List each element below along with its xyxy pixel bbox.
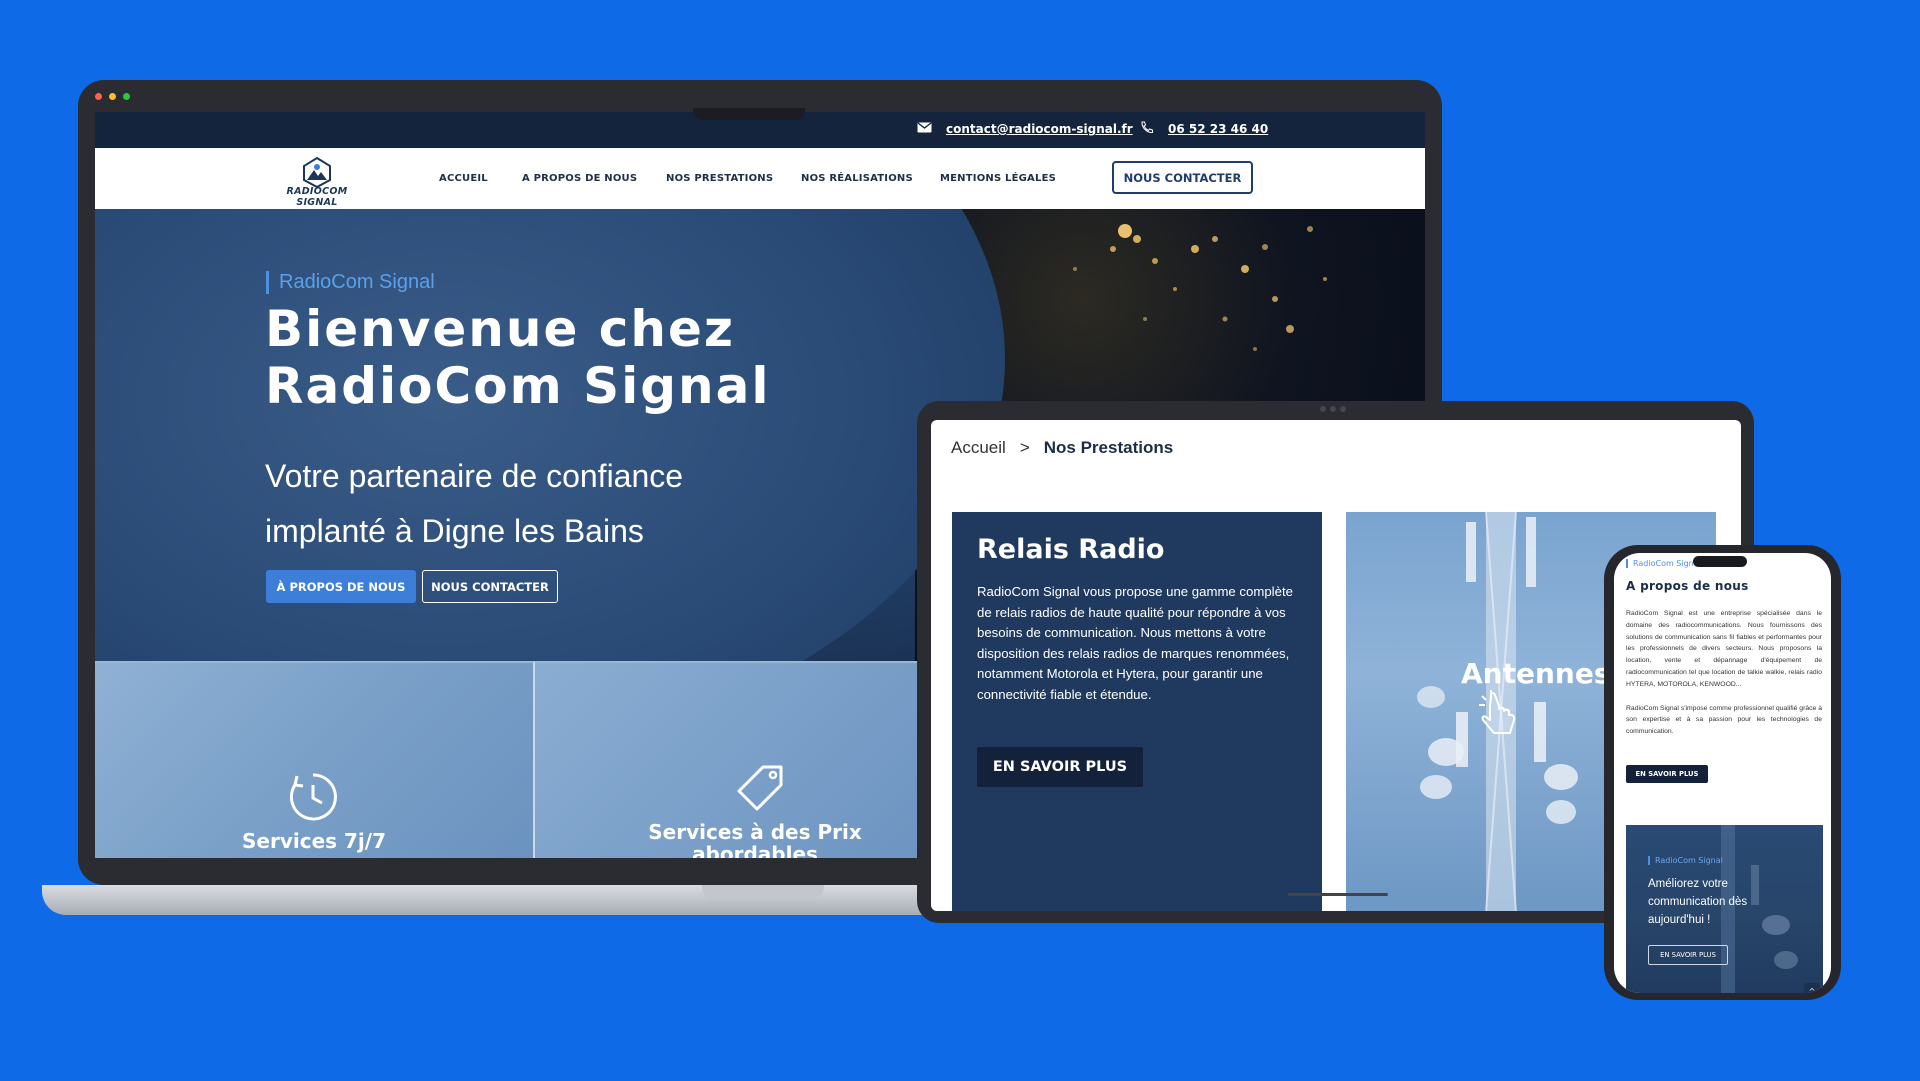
price-tag-icon [737, 765, 783, 811]
feature-label-prix: Services à des Prix abordables [535, 821, 975, 858]
phone-more-button[interactable]: EN SAVOIR PLUS [1626, 765, 1708, 783]
phone-card-kicker: RadioCom Signal [1648, 856, 1723, 865]
feature-label-prix-line2: abordables [692, 842, 818, 858]
feature-card-services-7j7[interactable]: Services 7j/7 [95, 661, 535, 858]
hero-title-line2: RadioCom Signal [265, 357, 771, 415]
radiocom-logo[interactable]: RADIOCOM SIGNAL [267, 156, 367, 208]
tablet-camera [1320, 406, 1350, 414]
hero-title-line1: Bienvenue chez [265, 300, 736, 358]
nav-a-propos[interactable]: A PROPOS DE NOUS [522, 173, 637, 184]
phone-cta-card: RadioCom Signal Améliorez votre communic… [1626, 825, 1823, 993]
breadcrumb-separator: > [1019, 438, 1030, 457]
breadcrumb-home[interactable]: Accueil [951, 438, 1006, 457]
window-controls [95, 93, 130, 100]
hero-title: Bienvenue chez RadioCom Signal [265, 301, 771, 415]
hero-subtitle-line1: Votre partenaire de confiance [265, 458, 684, 494]
service-description: RadioCom Signal vous propose une gamme c… [977, 584, 1293, 702]
phone-notch [1693, 556, 1747, 567]
logo-wordmark: RADIOCOM SIGNAL [286, 186, 348, 208]
feature-label-prix-line1: Services à des Prix [648, 820, 862, 844]
hand-pointer-icon [1479, 690, 1516, 734]
service-more-button[interactable]: EN SAVOIR PLUS [977, 747, 1143, 787]
phone-kicker: RadioCom Signal [1626, 559, 1701, 568]
phone-about-paragraph-2: RadioCom Signal s'impose comme professio… [1626, 704, 1822, 736]
feature-label-services-7j7: Services 7j/7 [241, 829, 386, 853]
minimize-dot[interactable] [109, 93, 116, 100]
envelope-icon [917, 122, 932, 133]
service-card-relais-radio: Relais Radio RadioCom Signal vous propos… [952, 512, 1322, 911]
contact-button[interactable]: NOUS CONTACTER [1112, 161, 1253, 194]
phone-card-text: Améliorez votre communication dès aujour… [1648, 878, 1748, 926]
antenna-logo-icon [303, 156, 331, 189]
breadcrumb-current: Nos Prestations [1043, 438, 1174, 457]
laptop-camera-notch [693, 108, 805, 120]
nav-accueil[interactable]: ACCUEIL [439, 173, 488, 184]
nav-realisations[interactable]: NOS RÉALISATIONS [801, 173, 913, 184]
hero-subtitle: Votre partenaire de confiance implanté à… [265, 449, 683, 559]
close-dot[interactable] [95, 93, 102, 100]
back-to-top-button[interactable]: ^ [1804, 983, 1820, 993]
phone-about-text: RadioCom Signal est une entreprise spéci… [1626, 608, 1822, 738]
phone-link[interactable]: 06 52 23 46 40 [1168, 122, 1268, 136]
phone-card-button[interactable]: EN SAVOIR PLUS [1648, 945, 1728, 965]
phone-about-paragraph-1: RadioCom Signal est une entreprise spéci… [1626, 610, 1822, 688]
phone-screen: RadioCom Signal A propos de nous RadioCo… [1614, 553, 1831, 993]
clock-icon [289, 773, 337, 821]
nav-prestations[interactable]: NOS PRESTATIONS [666, 173, 773, 184]
main-navbar: RADIOCOM SIGNAL ACCUEIL A PROPOS DE NOUS… [95, 148, 1425, 209]
maximize-dot[interactable] [123, 93, 130, 100]
hero-subtitle-line2: implanté à Digne les Bains [265, 513, 644, 549]
phone-icon [1141, 121, 1153, 134]
laptop-base-notch [702, 885, 824, 899]
antenna-card-title: Antennes [1461, 657, 1611, 690]
nav-mentions-legales[interactable]: MENTIONS LÉGALES [940, 173, 1056, 184]
tablet-home-indicator [1288, 893, 1388, 896]
phone-about-title: A propos de nous [1626, 579, 1749, 593]
about-button[interactable]: À PROPOS DE NOUS [266, 570, 416, 603]
breadcrumb: Accueil > Nos Prestations [951, 438, 1173, 458]
service-title: Relais Radio [977, 534, 1165, 565]
hero-kicker: RadioCom Signal [266, 271, 435, 294]
email-link[interactable]: contact@radiocom-signal.fr [946, 122, 1133, 136]
hero-contact-button[interactable]: NOUS CONTACTER [422, 570, 558, 603]
